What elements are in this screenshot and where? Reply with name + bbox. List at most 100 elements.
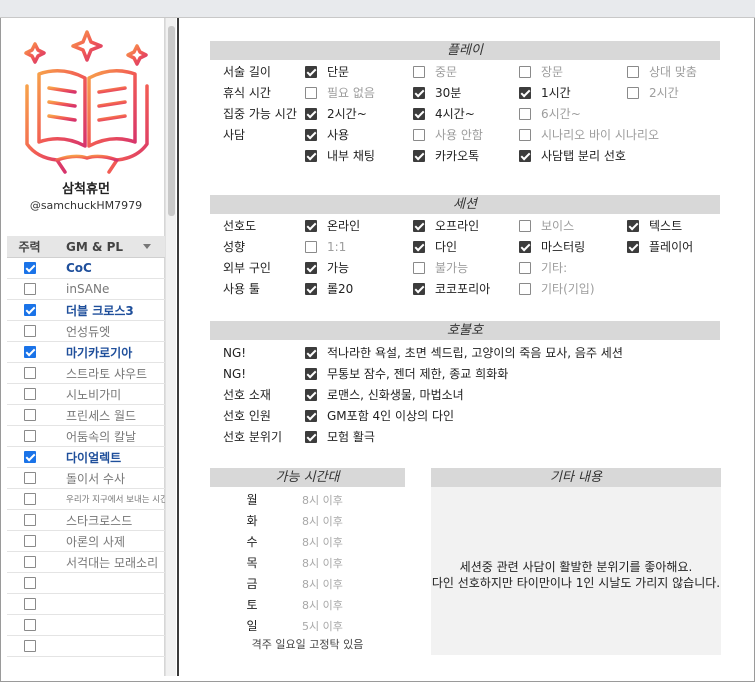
option-checkbox[interactable] <box>519 107 531 120</box>
play-option[interactable]: 6시간~ <box>519 105 581 122</box>
option-label: 1시간 <box>541 86 571 100</box>
option-checkbox[interactable] <box>519 86 531 99</box>
option-checkbox[interactable] <box>413 128 425 141</box>
option-checkbox[interactable] <box>519 149 531 162</box>
option-checkbox[interactable] <box>305 86 317 99</box>
option-checkbox[interactable] <box>413 261 425 274</box>
option-checkbox[interactable] <box>413 219 425 232</box>
play-option[interactable]: 사용 <box>305 126 349 143</box>
system-checkbox[interactable] <box>23 262 36 274</box>
play-option[interactable]: 30분 <box>413 84 461 101</box>
option-checkbox[interactable] <box>305 367 317 380</box>
system-checkbox[interactable] <box>23 556 36 568</box>
system-checkbox[interactable] <box>23 598 36 610</box>
option-checkbox[interactable] <box>305 149 317 162</box>
option-checkbox[interactable] <box>627 86 639 99</box>
likes-option[interactable]: 무통보 잠수, 젠더 제한, 종교 희화화 <box>305 365 508 382</box>
likes-option[interactable]: 적나라한 욕설, 초면 섹드립, 고양이의 죽음 묘사, 음주 세션 <box>305 344 623 361</box>
session-option[interactable]: 코코포리아 <box>413 280 490 297</box>
play-option[interactable]: 상대 맞춤 <box>627 63 697 80</box>
scrollbar-thumb[interactable] <box>168 26 175 216</box>
option-checkbox[interactable] <box>519 282 531 295</box>
play-option[interactable]: 2시간 <box>627 84 679 101</box>
session-option[interactable]: 플레이어 <box>627 238 693 255</box>
play-option[interactable]: 사용 안함 <box>413 126 483 143</box>
play-option[interactable]: 내부 채팅 <box>305 147 375 164</box>
option-checkbox[interactable] <box>413 240 425 253</box>
option-checkbox[interactable] <box>519 128 531 141</box>
play-option[interactable]: 1시간 <box>519 84 571 101</box>
session-option[interactable]: 기타: <box>519 259 567 276</box>
play-option[interactable]: 필요 없음 <box>305 84 375 101</box>
system-checkbox[interactable] <box>23 325 36 337</box>
likes-option[interactable]: GM포함 4인 이상의 다인 <box>305 407 454 424</box>
option-checkbox[interactable] <box>305 219 317 232</box>
likes-option[interactable]: 로맨스, 신화생물, 마법소녀 <box>305 386 464 403</box>
option-checkbox[interactable] <box>305 261 317 274</box>
option-checkbox[interactable] <box>627 65 639 78</box>
option-checkbox[interactable] <box>305 240 317 253</box>
system-checkbox[interactable] <box>23 367 36 379</box>
option-checkbox[interactable] <box>627 240 639 253</box>
option-checkbox[interactable] <box>305 282 317 295</box>
option-checkbox[interactable] <box>519 65 531 78</box>
option-checkbox[interactable] <box>519 240 531 253</box>
system-checkbox[interactable] <box>23 283 36 295</box>
session-option[interactable]: 텍스트 <box>627 217 682 234</box>
play-option[interactable]: 시나리오 바이 시나리오 <box>519 126 659 143</box>
system-checkbox[interactable] <box>23 430 36 442</box>
play-option[interactable]: 단문 <box>305 63 349 80</box>
option-checkbox[interactable] <box>305 346 317 359</box>
play-option[interactable]: 사담탭 분리 선호 <box>519 147 626 164</box>
option-checkbox[interactable] <box>305 128 317 141</box>
session-option[interactable]: 마스터링 <box>519 238 585 255</box>
session-option[interactable]: 1:1 <box>305 240 346 254</box>
system-checkbox[interactable] <box>23 388 36 400</box>
system-checkbox[interactable] <box>23 514 36 526</box>
option-checkbox[interactable] <box>305 65 317 78</box>
session-option[interactable]: 보이스 <box>519 217 574 234</box>
session-option[interactable]: 기타(기입) <box>519 280 595 297</box>
system-checkbox[interactable] <box>23 493 36 505</box>
session-row-label: 사용 툴 <box>223 282 260 296</box>
day-label: 일 <box>246 619 258 633</box>
option-checkbox[interactable] <box>305 430 317 443</box>
option-checkbox[interactable] <box>305 388 317 401</box>
system-row <box>7 573 165 594</box>
option-checkbox[interactable] <box>305 107 317 120</box>
session-option[interactable]: 가능 <box>305 259 349 276</box>
system-checkbox[interactable] <box>23 472 36 484</box>
play-option[interactable]: 중문 <box>413 63 457 80</box>
option-checkbox[interactable] <box>413 86 425 99</box>
option-checkbox[interactable] <box>413 149 425 162</box>
option-label: 중문 <box>435 65 458 79</box>
sidebar-scrollbar[interactable] <box>165 18 176 676</box>
play-option[interactable]: 4시간~ <box>413 105 475 122</box>
system-checkbox[interactable] <box>23 640 36 652</box>
session-option[interactable]: 다인 <box>413 238 457 255</box>
system-checkbox[interactable] <box>23 577 36 589</box>
system-checkbox[interactable] <box>23 619 36 631</box>
filter-dropdown-icon[interactable] <box>143 244 151 249</box>
option-checkbox[interactable] <box>305 409 317 422</box>
option-checkbox[interactable] <box>413 65 425 78</box>
system-checkbox[interactable] <box>23 535 36 547</box>
system-checkbox[interactable] <box>23 304 36 316</box>
play-option[interactable]: 장문 <box>519 63 563 80</box>
option-checkbox[interactable] <box>413 107 425 120</box>
play-option[interactable]: 2시간~ <box>305 105 367 122</box>
session-option[interactable]: 온라인 <box>305 217 360 234</box>
session-option[interactable]: 롤20 <box>305 280 353 297</box>
option-checkbox[interactable] <box>627 219 639 232</box>
likes-option[interactable]: 모험 활극 <box>305 428 375 445</box>
system-checkbox[interactable] <box>23 451 36 463</box>
system-checkbox[interactable] <box>23 346 36 358</box>
session-option[interactable]: 오프라인 <box>413 217 479 234</box>
option-checkbox[interactable] <box>519 219 531 232</box>
option-checkbox[interactable] <box>519 261 531 274</box>
session-option[interactable]: 불가능 <box>413 259 468 276</box>
play-option[interactable]: 카카오톡 <box>413 147 479 164</box>
system-checkbox[interactable] <box>23 409 36 421</box>
system-label: 프린세스 월드 <box>66 408 137 423</box>
option-checkbox[interactable] <box>413 282 425 295</box>
